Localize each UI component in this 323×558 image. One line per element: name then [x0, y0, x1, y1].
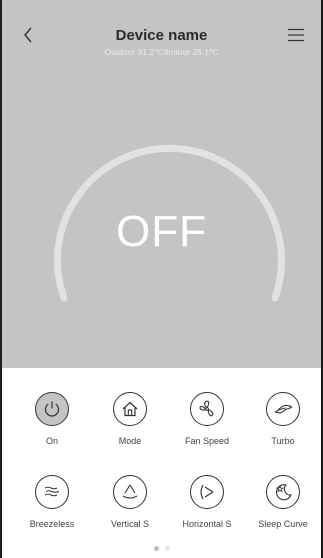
turbo-label: Turbo: [271, 436, 295, 446]
fan-icon: [199, 400, 214, 417]
home-icon: [122, 401, 138, 417]
horizontal-swing-icon: [200, 484, 214, 500]
vertical-swing-icon: [122, 484, 138, 499]
turbo-button[interactable]: Turbo: [245, 392, 321, 446]
power-button[interactable]: On: [14, 392, 90, 446]
controls-panel: On Mode Fan Speed Turbo Breezeless Verti…: [2, 368, 321, 558]
power-state: OFF: [116, 207, 207, 256]
power-label: On: [45, 436, 58, 446]
mode-button[interactable]: Mode: [92, 392, 168, 446]
breezeless-label: Breezeless: [29, 519, 75, 529]
vertical-swing-button[interactable]: Vertical S: [92, 475, 168, 529]
temperature-dial[interactable]: [2, 0, 321, 368]
power-icon: [44, 401, 60, 417]
app-screen: Device name Outdoor 31.2℃/Indoor 25.1℃ O…: [0, 0, 323, 558]
page-dot-active[interactable]: [153, 546, 159, 551]
breezeless-button[interactable]: Breezeless: [14, 475, 90, 529]
fan-speed-button[interactable]: Fan Speed: [169, 392, 245, 446]
turbo-icon: [274, 404, 293, 414]
horizontal-swing-label: Horizontal S: [182, 519, 232, 529]
page-dot[interactable]: [164, 546, 170, 551]
breeze-icon: [44, 486, 60, 497]
sleep-curve-button[interactable]: Sleep Curve: [245, 475, 321, 529]
mode-label: Mode: [118, 436, 142, 446]
horizontal-swing-button[interactable]: Horizontal S: [169, 475, 245, 529]
vertical-swing-label: Vertical S: [110, 519, 150, 529]
status-panel: Device name Outdoor 31.2℃/Indoor 25.1℃ O…: [2, 0, 321, 368]
fan-speed-label: Fan Speed: [184, 436, 230, 446]
sleep-curve-label: Sleep Curve: [258, 519, 308, 529]
sleep-icon: [275, 484, 292, 501]
page-indicator: [2, 546, 321, 551]
